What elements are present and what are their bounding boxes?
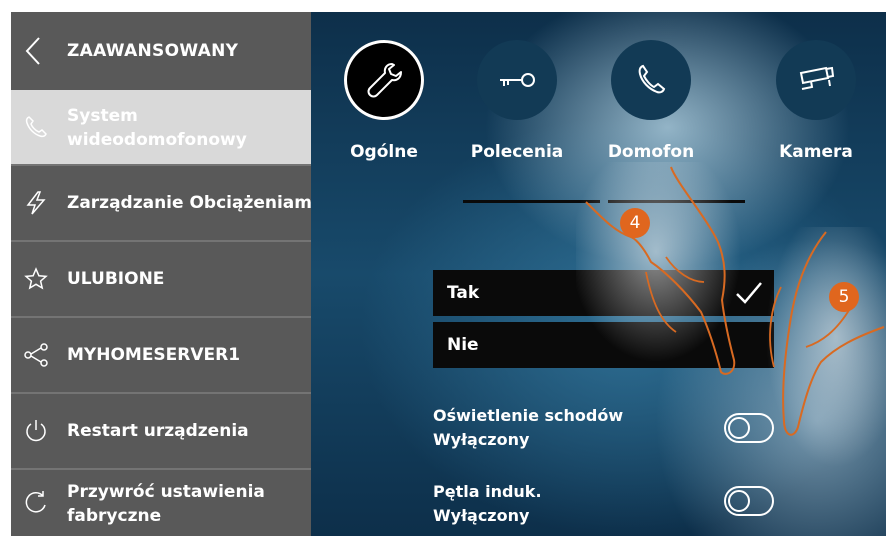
option-label: Nie [447, 335, 479, 355]
camera-icon [799, 66, 835, 90]
screen: ZAAWANSOWANY System wideodomofonowy Zarz… [0, 0, 886, 536]
tab-commands[interactable]: Polecenia [457, 40, 577, 180]
tab-circle [344, 40, 424, 120]
tab-label: Kamera [779, 142, 853, 162]
sidebar-item-video-intercom[interactable]: System wideodomofonowy [11, 90, 311, 164]
main-panel: Ogólne Polecenia Domofon Kamera Tak Nie … [311, 12, 886, 536]
sidebar-item-restart[interactable]: Restart urządzenia [11, 394, 311, 468]
power-icon [26, 420, 46, 442]
sidebar-item-label: Zarządzanie Obciążeniami [67, 193, 318, 213]
sidebar-item-favorites[interactable]: ULUBIONE [11, 242, 311, 316]
induction-loop-toggle[interactable] [724, 486, 774, 516]
step-badge: 4 [620, 208, 650, 238]
refresh-icon [25, 491, 46, 513]
phone-icon [25, 116, 47, 138]
tab-circle [776, 40, 856, 120]
sidebar-item-label: Restart urządzenia [67, 421, 249, 441]
share-icon [24, 343, 48, 367]
tab-circle [477, 40, 557, 120]
tab-circle [611, 40, 691, 120]
sidebar-item-label: ULUBIONE [67, 269, 165, 289]
back-button[interactable] [21, 36, 47, 66]
setting-name: Oświetlenie schodów [433, 406, 624, 425]
tab-label: Domofon [607, 142, 695, 162]
toggle-knob [728, 417, 750, 439]
stair-light-setting: Oświetlenie schodów Wyłączony [433, 404, 623, 452]
toggle-knob [728, 490, 750, 512]
pointing-hand-illustration [576, 162, 741, 375]
sidebar-item-factory-reset[interactable]: Przywróć ustawienia fabryczne [11, 470, 311, 536]
lightning-icon [26, 191, 46, 215]
induction-loop-setting: Pętla induk. Wyłączony [433, 480, 542, 528]
tab-intercom[interactable]: Domofon [591, 40, 711, 180]
step-badge: 5 [829, 282, 859, 312]
setting-value: Wyłączony [433, 506, 530, 525]
sidebar-item-label: System wideodomofonowy [67, 106, 247, 150]
tab-label: Polecenia [470, 142, 564, 162]
sidebar-header: ZAAWANSOWANY [11, 12, 311, 88]
pointing-hand-illustration [766, 227, 886, 467]
setting-name: Pętla induk. [433, 482, 542, 501]
sidebar-item-myhomeserver[interactable]: MYHOMESERVER1 [11, 318, 311, 392]
star-icon [24, 267, 48, 290]
sidebar-title: ZAAWANSOWANY [67, 41, 239, 61]
key-icon [500, 73, 535, 87]
option-label: Tak [447, 283, 480, 303]
chevron-left-icon [25, 37, 40, 65]
sidebar-item-load-management[interactable]: Zarządzanie Obciążeniami [11, 166, 318, 240]
wrench-icon [367, 63, 402, 98]
sidebar: ZAAWANSOWANY System wideodomofonowy Zarz… [11, 12, 318, 536]
tab-camera[interactable]: Kamera [756, 40, 876, 180]
phone-icon [638, 64, 666, 94]
tab-label: Ogólne [350, 142, 418, 162]
setting-value: Wyłączony [433, 430, 530, 449]
sidebar-item-label: Przywróć ustawienia fabryczne [67, 482, 265, 526]
sidebar-item-label: MYHOMESERVER1 [67, 345, 241, 365]
tab-general[interactable]: Ogólne [324, 40, 444, 180]
